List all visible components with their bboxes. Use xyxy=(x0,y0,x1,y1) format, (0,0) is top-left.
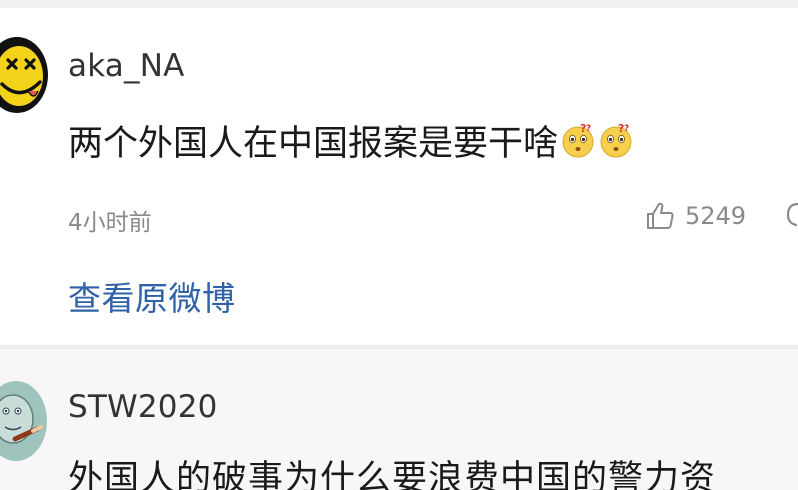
like-count: 5249 xyxy=(685,202,747,230)
comment-icon[interactable] xyxy=(784,202,798,228)
username[interactable]: STW2020 xyxy=(68,389,218,425)
confused-face-icon: ? ? xyxy=(600,123,632,158)
like-button[interactable]: 5249 xyxy=(645,200,746,232)
top-divider xyxy=(0,0,798,8)
comment-text: 两个外国人在中国报案是要干啥 ? ? ? ? xyxy=(68,115,634,166)
avatar[interactable] xyxy=(0,36,48,114)
confused-face-icon: ? ? xyxy=(562,123,594,158)
comment-feed: aka_NA 两个外国人在中国报案是要干啥 ? ? ? ? 4小时前 5249 … xyxy=(0,0,798,490)
comment-text-body: 两个外国人在中国报案是要干啥 xyxy=(68,124,559,164)
view-original-weibo-link[interactable]: 查看原微博 xyxy=(68,272,236,320)
avatar[interactable] xyxy=(0,381,47,461)
svg-text:?: ? xyxy=(586,124,591,134)
thumbs-up-icon xyxy=(647,202,674,229)
username[interactable]: aka_NA xyxy=(68,48,185,84)
comment-text: 外国人的破事为什么要浪费中国的警力资 xyxy=(68,459,717,490)
svg-text:?: ? xyxy=(624,124,629,134)
timestamp: 4小时前 xyxy=(68,210,152,236)
